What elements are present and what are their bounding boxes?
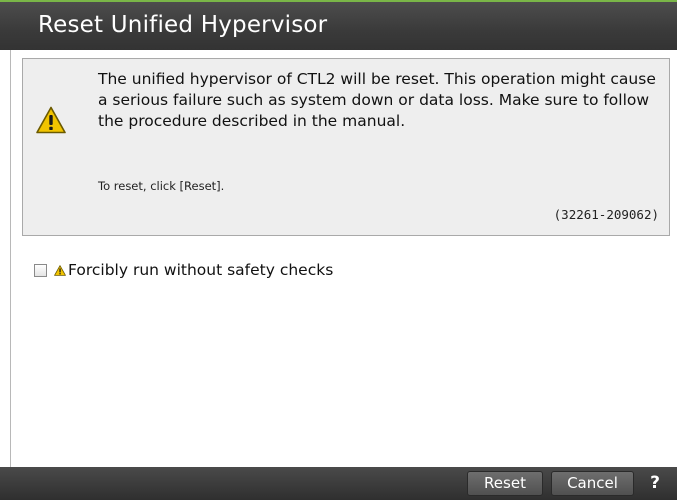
- reset-button[interactable]: Reset: [467, 471, 543, 496]
- warning-message-box: The unified hypervisor of CTL2 will be r…: [22, 58, 670, 236]
- force-run-label: Forcibly run without safety checks: [68, 261, 334, 279]
- force-option-row: Forcibly run without safety checks: [34, 260, 333, 280]
- message-code: (32261-209062): [553, 207, 659, 222]
- warning-triangle-icon: [36, 106, 66, 134]
- reset-instruction-text: To reset, click [Reset].: [98, 179, 225, 193]
- dialog-title: Reset Unified Hypervisor: [38, 12, 328, 38]
- dialog-footer: Reset Cancel ?: [0, 467, 677, 500]
- force-run-checkbox[interactable]: [34, 263, 47, 277]
- warning-triangle-small-icon: [54, 264, 66, 276]
- warning-message-text: The unified hypervisor of CTL2 will be r…: [98, 70, 656, 130]
- reset-unified-hypervisor-dialog: Reset Unified Hypervisor The unified hyp…: [0, 0, 677, 500]
- cancel-button[interactable]: Cancel: [551, 471, 634, 496]
- dialog-titlebar: Reset Unified Hypervisor: [0, 0, 677, 50]
- help-button[interactable]: ?: [640, 471, 670, 496]
